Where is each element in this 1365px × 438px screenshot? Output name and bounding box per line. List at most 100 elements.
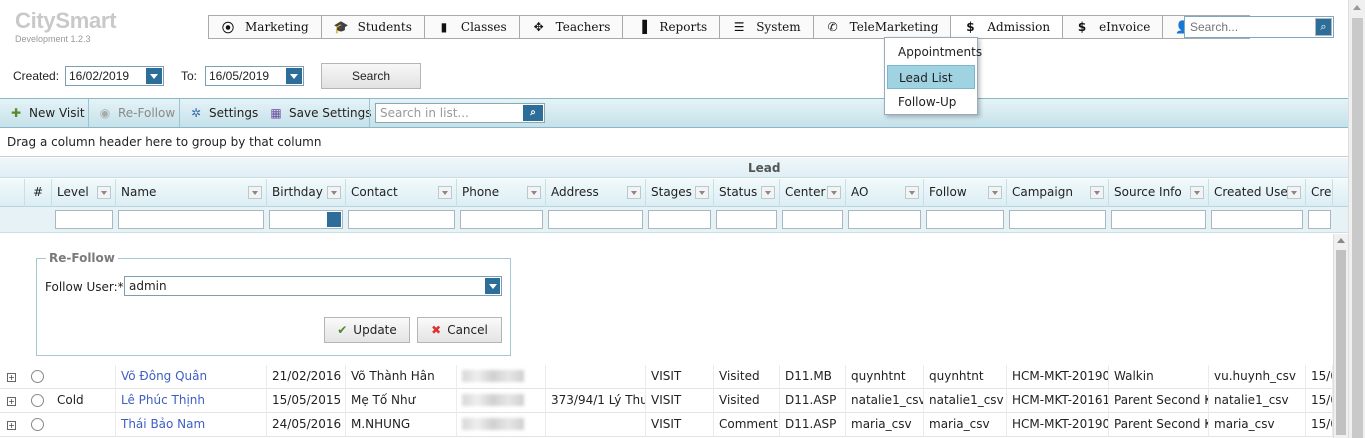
- column-header-campaign[interactable]: Campaign: [1007, 179, 1109, 207]
- column-menu-icon[interactable]: [905, 186, 919, 199]
- row-select-radio[interactable]: [31, 418, 44, 431]
- settings-button[interactable]: ✲ Settings: [188, 99, 258, 127]
- filter-created-user[interactable]: [1211, 210, 1303, 229]
- column-header-contact[interactable]: Contact: [346, 179, 457, 207]
- row-select-radio[interactable]: [31, 370, 44, 383]
- column-menu-icon[interactable]: [627, 186, 641, 199]
- re-follow-button[interactable]: ◉ Re-Follow: [97, 99, 175, 127]
- expand-row-icon[interactable]: +: [7, 421, 16, 430]
- scroll-up-icon[interactable]: [1353, 5, 1361, 10]
- filter-name[interactable]: [118, 210, 264, 229]
- save-settings-button[interactable]: ▦ Save Settings: [268, 99, 371, 127]
- filter-source-info[interactable]: [1111, 210, 1206, 229]
- filter-created[interactable]: [1308, 210, 1331, 229]
- global-search-input[interactable]: [1185, 17, 1313, 37]
- row-select-radio[interactable]: [31, 394, 44, 407]
- nav-classes[interactable]: ▮ Classes: [425, 16, 520, 38]
- column-header-name[interactable]: Name: [116, 179, 267, 207]
- menu-item-follow-up[interactable]: Follow-Up: [887, 90, 975, 114]
- column-menu-icon[interactable]: [761, 186, 775, 199]
- column-menu-icon[interactable]: [988, 186, 1002, 199]
- calendar-dropdown-icon[interactable]: [286, 68, 302, 84]
- filter-level[interactable]: [55, 210, 113, 229]
- column-header-source-info[interactable]: Source Info: [1109, 179, 1209, 207]
- created-date-picker[interactable]: 16/02/2019: [65, 66, 164, 86]
- table-row[interactable]: + Cold Lê Phúc Thịnh 15/05/2015 Mẹ Tố Nh…: [0, 389, 1333, 413]
- nav-system[interactable]: ☰ System: [720, 16, 814, 38]
- column-menu-icon[interactable]: [1190, 186, 1204, 199]
- column-header-address[interactable]: Address: [546, 179, 646, 207]
- column-menu-icon[interactable]: [1090, 186, 1104, 199]
- filter-address[interactable]: [548, 210, 643, 229]
- calendar-dropdown-icon[interactable]: [146, 68, 162, 84]
- column-header-phone[interactable]: Phone: [457, 179, 546, 207]
- cell-name[interactable]: Thái Bảo Nam: [116, 413, 267, 437]
- filter-contact[interactable]: [348, 210, 455, 229]
- nav-reports[interactable]: ▐ Reports: [623, 16, 721, 38]
- filter-center[interactable]: [782, 210, 843, 229]
- chevron-down-icon[interactable]: [327, 212, 341, 227]
- nav-teachers[interactable]: ✥ Teachers: [520, 16, 624, 38]
- scroll-up-icon[interactable]: [1337, 238, 1345, 243]
- column-header-stages[interactable]: Stages: [646, 179, 714, 207]
- filter-ao[interactable]: [848, 210, 921, 229]
- search-button[interactable]: Search: [321, 63, 421, 89]
- cell-created: 15/0: [1306, 365, 1333, 389]
- search-icon[interactable]: ⌕: [523, 105, 543, 121]
- grid-vertical-scrollbar[interactable]: [1333, 234, 1348, 438]
- save-settings-icon: ▦: [270, 106, 282, 120]
- column-header-created-user[interactable]: Created User: [1209, 179, 1306, 207]
- filter-status[interactable]: [716, 210, 777, 229]
- column-menu-icon[interactable]: [438, 186, 452, 199]
- scrollbar-thumb[interactable]: [1352, 18, 1363, 438]
- column-header-level[interactable]: Level: [52, 179, 116, 207]
- column-header-created[interactable]: Cre: [1306, 179, 1333, 207]
- table-row[interactable]: + Võ Đông Quân 21/02/2016 Võ Thành Hân V…: [0, 365, 1333, 389]
- nav-admission[interactable]: $ Admission: [951, 16, 1064, 38]
- column-header-birthday[interactable]: Birthday: [267, 179, 346, 207]
- column-header-center[interactable]: Center: [780, 179, 846, 207]
- cell-phone: [457, 389, 546, 413]
- chevron-down-icon[interactable]: [485, 278, 500, 294]
- follow-user-select[interactable]: admin: [124, 276, 502, 296]
- cancel-button[interactable]: ✖ Cancel: [417, 317, 502, 343]
- new-visit-button[interactable]: ✚ New Visit: [8, 99, 85, 127]
- nav-students[interactable]: 🎓 Students: [322, 16, 425, 38]
- admission-dropdown-menu: Appointments Lead List Follow-Up: [884, 37, 982, 115]
- column-menu-icon[interactable]: [97, 186, 111, 199]
- search-icon[interactable]: ⌕: [1315, 18, 1332, 36]
- cell-name[interactable]: Lê Phúc Thịnh: [116, 389, 267, 413]
- scrollbar-thumb[interactable]: [1336, 250, 1346, 435]
- filter-campaign[interactable]: [1009, 210, 1106, 229]
- column-menu-icon[interactable]: [327, 186, 341, 199]
- nav-marketing[interactable]: ⦿ Marketing: [209, 16, 322, 38]
- column-header-status[interactable]: Status: [714, 179, 780, 207]
- column-menu-icon[interactable]: [695, 186, 709, 199]
- table-row[interactable]: + Thái Bảo Nam 24/05/2016 M.NHUNG VISIT …: [0, 413, 1333, 437]
- to-date-picker[interactable]: 16/05/2019: [205, 66, 304, 86]
- grid-search-placeholder: Search in list...: [380, 106, 469, 120]
- cell-center: D11.ASP: [780, 413, 846, 437]
- column-menu-icon[interactable]: [248, 186, 262, 199]
- filter-phone[interactable]: [460, 210, 543, 229]
- nav-einvoice[interactable]: $ eInvoice: [1063, 16, 1164, 38]
- grid-search-box[interactable]: Search in list... ⌕: [375, 103, 545, 123]
- menu-item-appointments[interactable]: Appointments: [887, 40, 982, 64]
- filter-follow[interactable]: [926, 210, 1004, 229]
- nav-telemarketing[interactable]: ✆ TeleMarketing: [814, 16, 952, 38]
- update-button[interactable]: ✔ Update: [324, 317, 410, 343]
- page-vertical-scrollbar[interactable]: [1348, 0, 1365, 438]
- column-header-ao[interactable]: AO: [846, 179, 924, 207]
- filter-stages[interactable]: [648, 210, 711, 229]
- column-menu-icon[interactable]: [827, 186, 841, 199]
- group-by-panel[interactable]: Drag a column header here to group by th…: [0, 129, 1365, 157]
- column-menu-icon[interactable]: [527, 186, 541, 199]
- cell-name[interactable]: Võ Đông Quân: [116, 365, 267, 389]
- expand-row-icon[interactable]: +: [7, 373, 16, 382]
- expand-row-icon[interactable]: +: [7, 397, 16, 406]
- column-header-follow[interactable]: Follow: [924, 179, 1007, 207]
- column-header-number[interactable]: #: [25, 179, 52, 207]
- filter-birthday[interactable]: [269, 210, 343, 229]
- menu-item-lead-list[interactable]: Lead List: [887, 65, 975, 89]
- column-menu-icon[interactable]: [1287, 186, 1301, 199]
